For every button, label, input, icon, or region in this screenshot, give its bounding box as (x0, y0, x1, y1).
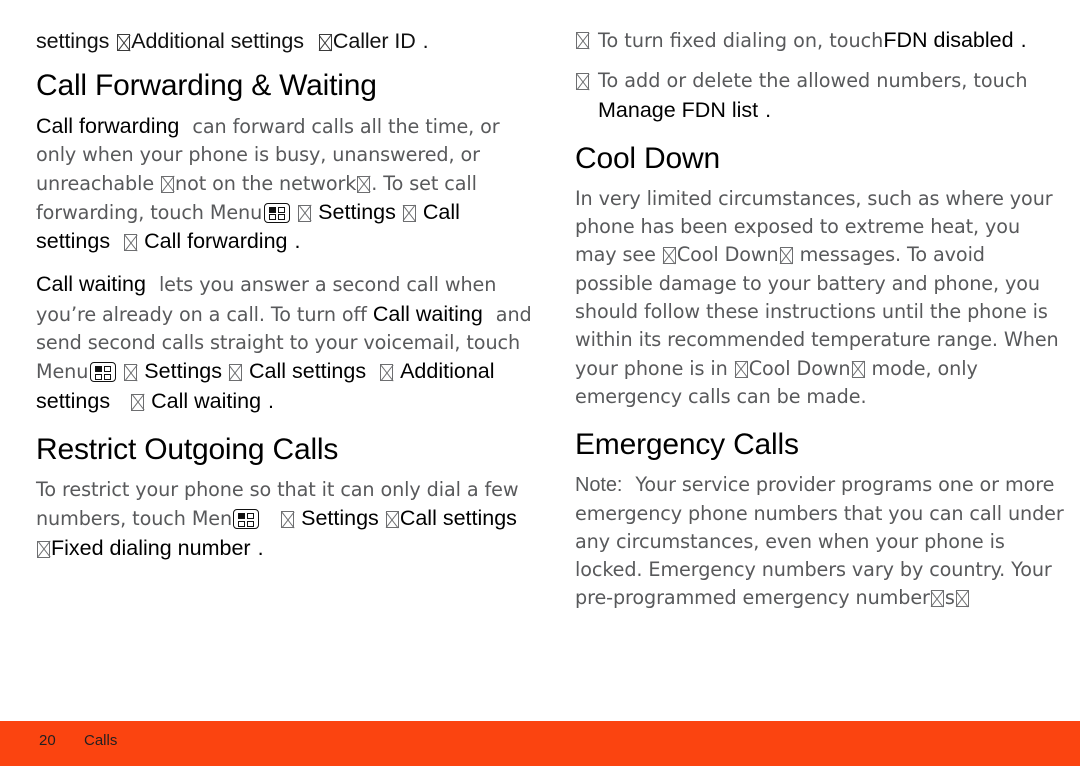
text-run: Menu (36, 360, 89, 384)
missing-glyph-box-icon (734, 360, 748, 378)
note-label: Note: (575, 474, 623, 497)
ui-term-fdn-disabled: FDN disabled (883, 28, 1014, 52)
paragraph-restrict-outgoing: To restrict your phone so that it can on… (36, 476, 536, 563)
missing-glyph-box-icon (402, 204, 416, 222)
text-run: Additional settings (131, 29, 304, 53)
ui-path-settings: Settings (318, 199, 396, 224)
text-run: . (294, 229, 301, 254)
text-run: Caller ID (332, 29, 416, 53)
heading-call-forwarding-waiting: Call Forwarding & Waiting (36, 69, 377, 102)
text-run: To turn fixed dialing on, touch (598, 29, 884, 52)
missing-glyph-box-icon (380, 364, 394, 382)
text-run: . (257, 535, 264, 560)
menu-key-icon (264, 202, 291, 223)
text-run: . (1020, 28, 1027, 52)
paragraph-call-forwarding: Call forwarding can forward calls all th… (36, 112, 536, 256)
ui-term-call-forwarding: Call forwarding (36, 114, 180, 138)
text-run: not on the network (175, 171, 357, 195)
menu-key-icon (233, 509, 260, 530)
text-run: settings (36, 29, 110, 53)
ui-term-manage-fdn-list: Manage FDN list (598, 97, 759, 122)
missing-glyph-box-icon (124, 364, 138, 382)
list-item: To turn fixed dialing on, touchFDN disab… (575, 26, 1065, 55)
missing-glyph-box-icon (576, 32, 589, 49)
missing-glyph-box-icon (385, 511, 399, 529)
ui-path-call-settings: Call settings (399, 506, 517, 531)
heading-cool-down: Cool Down (575, 141, 720, 175)
right-column: To turn fixed dialing on, touchFDN disab… (575, 26, 1065, 627)
page-number: 20 (39, 732, 56, 749)
text-run: Cool Down (676, 243, 779, 267)
ui-term-call-waiting-2: Call waiting (372, 301, 483, 326)
document-page: settings Additional settings Caller ID. Ca… (0, 0, 1080, 720)
bullet-marker (575, 26, 590, 54)
text-run: Your service provider programs one or mo… (575, 473, 1064, 610)
missing-glyph-box-icon (576, 73, 589, 91)
text-run: . (765, 97, 772, 122)
bullet-marker (575, 67, 590, 95)
paragraph-cool-down: In very limited circumstances, such as w… (575, 185, 1065, 411)
paragraph-call-waiting: Call waiting lets you answer a second ca… (36, 270, 536, 415)
text-run: s (944, 586, 955, 610)
missing-glyph-box-icon (117, 34, 131, 51)
missing-glyph-box-icon (851, 360, 865, 378)
ui-path-call-settings: Call settings (248, 359, 367, 384)
ui-path-fixed-dialing-number: Fixed dialing number (51, 535, 251, 560)
missing-glyph-box-icon (930, 590, 944, 608)
text-run: Cool Down (748, 356, 851, 380)
missing-glyph-box-icon (281, 511, 295, 529)
missing-glyph-box-icon (779, 247, 793, 265)
text-run: . (268, 388, 275, 413)
missing-glyph-box-icon (298, 204, 312, 222)
paragraph-continued: settings Additional settings Caller ID. (36, 26, 536, 56)
footer-section-name: Calls (84, 732, 118, 749)
missing-glyph-box-icon (662, 247, 676, 265)
text-run: Menu (209, 200, 263, 224)
text-run: . (422, 29, 429, 53)
missing-glyph-box-icon (131, 393, 145, 411)
page-footer-bar: 20 Calls (0, 721, 1080, 766)
ui-path-settings: Settings (301, 506, 379, 531)
heading-emergency-calls: Emergency Calls (575, 428, 799, 462)
ui-path-call-forwarding: Call forwarding (144, 229, 288, 254)
left-column: settings Additional settings Caller ID. Ca… (36, 26, 536, 577)
ui-path-call-waiting: Call waiting (151, 388, 262, 413)
ui-term-call-waiting: Call waiting (36, 272, 146, 297)
missing-glyph-box-icon (228, 364, 242, 382)
missing-glyph-box-icon (37, 540, 50, 558)
missing-glyph-box-icon (318, 34, 332, 51)
missing-glyph-box-icon (161, 175, 175, 193)
missing-glyph-box-icon (955, 590, 969, 608)
missing-glyph-box-icon (124, 234, 138, 252)
menu-key-icon (90, 362, 117, 383)
ui-path-settings: Settings (144, 359, 222, 384)
missing-glyph-box-icon (357, 175, 371, 193)
list-item: To add or delete the allowed numbers, to… (575, 67, 1065, 125)
heading-restrict-outgoing-calls: Restrict Outgoing Calls (36, 432, 339, 466)
text-run: To add or delete the allowed numbers, to… (598, 69, 1028, 93)
paragraph-emergency-calls: Note: Your service provider programs one… (575, 471, 1065, 612)
